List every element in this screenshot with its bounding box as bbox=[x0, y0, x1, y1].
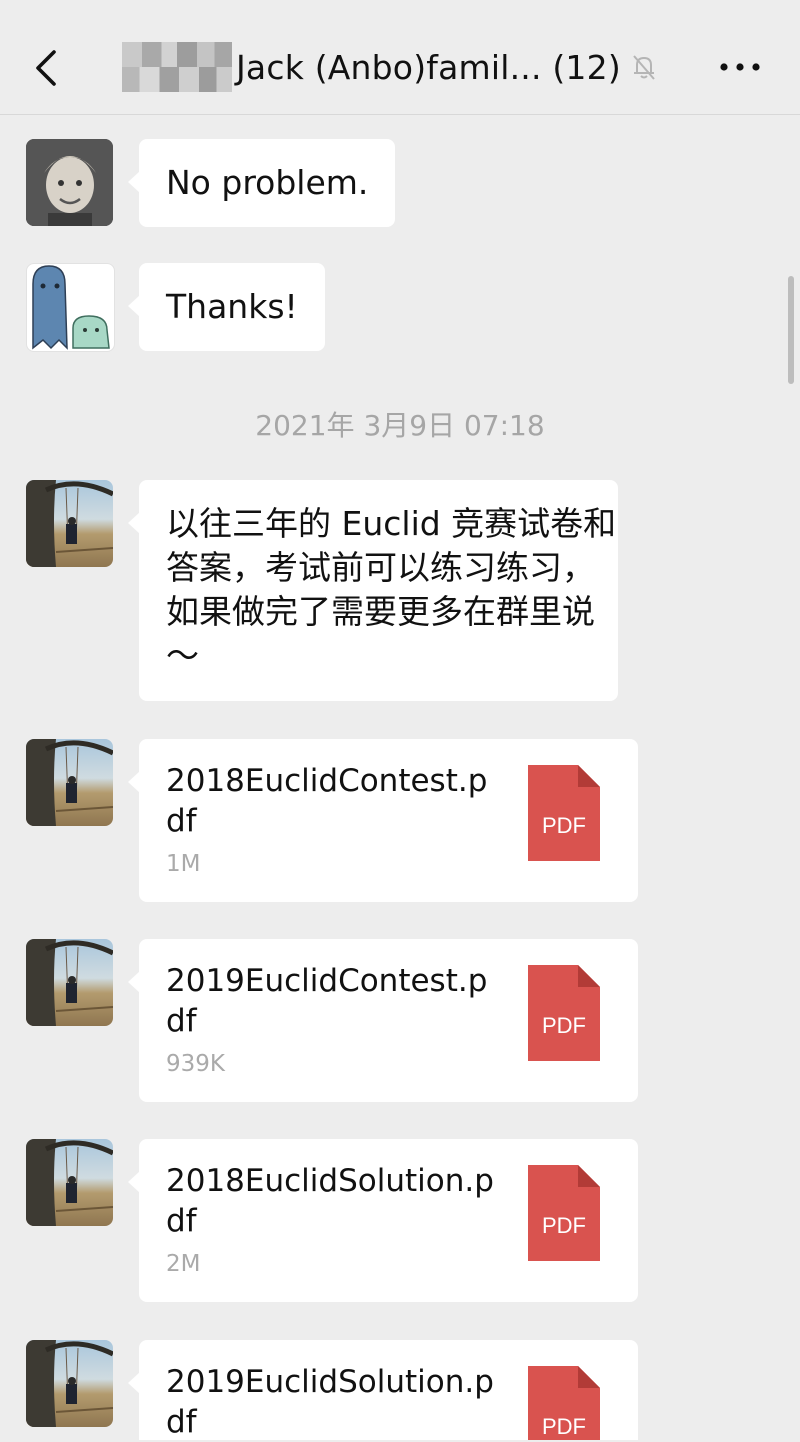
pdf-label: PDF bbox=[542, 1414, 586, 1439]
file-message[interactable]: 2019EuclidContest.pdf 939K PDF bbox=[128, 939, 638, 1102]
avatar[interactable] bbox=[26, 939, 113, 1026]
avatar[interactable] bbox=[26, 1340, 113, 1427]
boy-photo bbox=[26, 139, 113, 226]
file-size: 939K bbox=[166, 1051, 225, 1077]
file-name: 2019EuclidSolution.pdf bbox=[166, 1364, 494, 1440]
pdf-file-icon: PDF bbox=[528, 1165, 600, 1261]
file-size: 2M bbox=[166, 1251, 201, 1277]
chat-title[interactable]: Jack (Anbo)famil... (12) bbox=[122, 40, 682, 94]
avatar[interactable] bbox=[26, 480, 113, 567]
swing-photo bbox=[26, 480, 113, 567]
message-bubble[interactable]: 以往三年的 Euclid 竞赛试卷和 答案，考试前可以练习练习， 如果做完了需要… bbox=[128, 480, 618, 701]
message-bubble[interactable]: Thanks! bbox=[128, 263, 325, 351]
bell-off-icon bbox=[633, 55, 655, 80]
file-size: 1M bbox=[166, 851, 201, 877]
pdf-file-icon: PDF bbox=[528, 965, 600, 1061]
file-name: 2018EuclidSolution.pdf bbox=[166, 1163, 494, 1239]
swing-photo bbox=[26, 939, 113, 1026]
message-line: 以往三年的 Euclid 竞赛试卷和 bbox=[166, 504, 617, 543]
pdf-label: PDF bbox=[542, 1213, 586, 1238]
message-bubble[interactable]: No problem. bbox=[127, 139, 396, 227]
scrollbar[interactable] bbox=[788, 276, 794, 384]
more-dots-icon[interactable] bbox=[718, 58, 762, 76]
avatar[interactable] bbox=[26, 1139, 113, 1226]
chevron-left-icon[interactable] bbox=[30, 48, 66, 88]
message-text: Thanks! bbox=[166, 287, 298, 326]
file-name: 2018EuclidContest.pdf bbox=[166, 763, 488, 839]
chat-title-text: Jack (Anbo)famil... (12) bbox=[236, 47, 621, 87]
file-message[interactable]: 2018EuclidSolution.pdf 2M PDF bbox=[128, 1139, 638, 1302]
ghost-sticker-icon bbox=[32, 265, 110, 350]
chat-header: Jack (Anbo)famil... (12) bbox=[0, 0, 800, 115]
message-text: No problem. bbox=[166, 163, 369, 202]
file-message[interactable]: 2018EuclidContest.pdf 1M PDF bbox=[128, 739, 638, 902]
pdf-file-icon: PDF bbox=[528, 765, 600, 861]
blurred-name-image bbox=[122, 42, 232, 92]
pdf-label: PDF bbox=[542, 1013, 586, 1038]
pdf-label: PDF bbox=[542, 813, 586, 838]
swing-photo bbox=[26, 1139, 113, 1226]
message-line: 答案，考试前可以练习练习， bbox=[166, 548, 595, 587]
pdf-file-icon: PDF bbox=[528, 1366, 600, 1440]
avatar[interactable] bbox=[26, 263, 115, 352]
message-line: ～ bbox=[166, 636, 199, 675]
file-message[interactable]: 2019EuclidSolution.pdf PDF bbox=[128, 1340, 638, 1440]
avatar[interactable] bbox=[26, 739, 113, 826]
swing-photo bbox=[26, 739, 113, 826]
message-line: 如果做完了需要更多在群里说 bbox=[166, 592, 595, 631]
avatar[interactable] bbox=[26, 139, 113, 226]
timestamp: 2021年 3月9日 07:18 bbox=[255, 409, 545, 442]
swing-photo bbox=[26, 1340, 113, 1427]
file-name: 2019EuclidContest.pdf bbox=[166, 963, 488, 1039]
